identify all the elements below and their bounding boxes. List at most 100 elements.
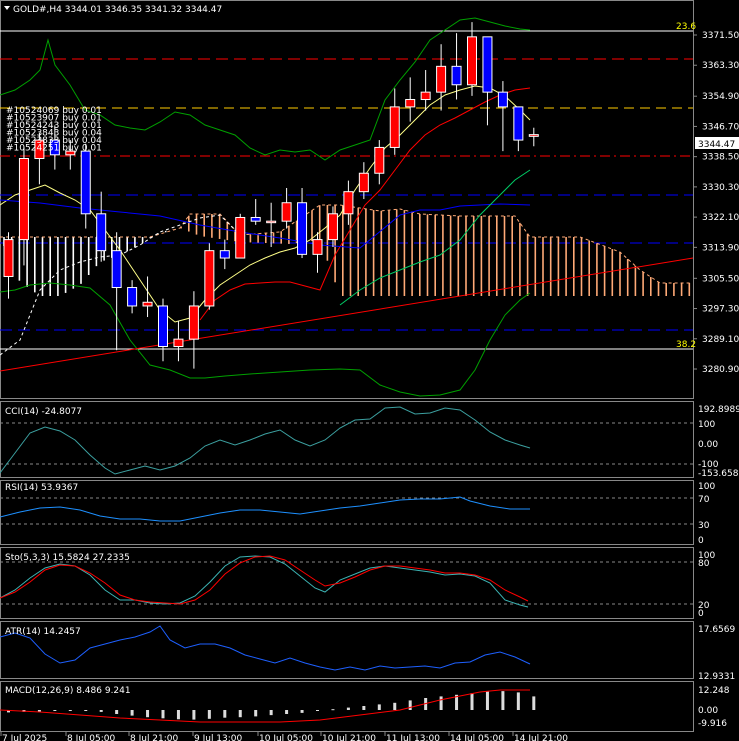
candle-body	[436, 65, 447, 93]
time-axis: 7 Jul 2025 8 Jul 05:00 8 Jul 21:00 9 Jul 13…	[0, 732, 568, 741]
macd-bar	[146, 710, 150, 718]
candle-body	[451, 65, 462, 86]
price-tick-label: 3322.10	[702, 213, 739, 223]
rsi-label: RSI(14) 53.9367	[5, 483, 78, 493]
candle-body	[127, 287, 138, 307]
macd-bar	[300, 710, 304, 713]
symbol-header: GOLD#,H4 3344.01 3346.35 3341.32 3344.47	[13, 5, 222, 15]
time-tick-label: 9 Jul 13:00	[194, 734, 243, 741]
macd-bar	[99, 710, 103, 712]
macd-bar	[362, 706, 366, 710]
candle-body	[266, 220, 277, 224]
candle-body	[389, 106, 400, 148]
candle-body	[374, 146, 385, 174]
stoch-label: Sto(5,3,3) 15.5824 27.2335	[5, 553, 130, 563]
price-tick-label: 3289.10	[702, 335, 739, 345]
macd-label: MACD(12,26,9) 8.486 9.241	[5, 686, 131, 696]
candle-body	[18, 157, 29, 241]
candle-body	[188, 305, 199, 340]
macd-tick-2: 0.00	[698, 706, 718, 716]
cci-tick-3: 0.00	[698, 440, 718, 450]
candle-body	[142, 301, 153, 307]
macd-bar	[316, 710, 319, 711]
chart-background	[0, 0, 739, 741]
candle-body	[420, 91, 431, 101]
macd-bar	[269, 710, 273, 716]
price-tick-label: 3346.70	[702, 122, 739, 132]
fib-label-bottom: 38.2	[676, 340, 696, 350]
fib-label-top: 23.6	[676, 22, 696, 32]
macd-bar	[223, 710, 227, 718]
price-tick-label: 3354.90	[702, 92, 739, 102]
time-tick-label: 14 Jul 05:00	[450, 734, 504, 741]
candle-body	[343, 191, 354, 215]
macd-bar	[485, 691, 489, 710]
macd-bar	[439, 696, 443, 710]
macd-bar	[161, 710, 165, 719]
atr-tick-2: 12.9331	[698, 672, 735, 682]
macd-bar	[68, 710, 72, 711]
macd-bar	[470, 693, 474, 710]
candle-body	[467, 36, 477, 86]
cci-tick-5: -153.6588	[698, 469, 739, 479]
cci-label: CCI(14) -24.8077	[5, 407, 82, 417]
candle-body	[3, 239, 14, 277]
macd-bar	[176, 710, 180, 720]
price-tick-label: 3330.30	[702, 183, 739, 193]
cci-tick-1: 192.8989	[698, 405, 739, 415]
candle-body	[528, 134, 539, 137]
time-tick-label: 8 Jul 05:00	[67, 734, 116, 741]
macd-tick-3: -9.916	[698, 719, 727, 729]
rsi-tick-4: 0	[698, 536, 704, 546]
candle-body	[250, 216, 261, 222]
price-tick-label: 3363.30	[702, 61, 739, 71]
trade-label: #10524251 buy 0.01	[6, 144, 102, 154]
candle-body	[482, 36, 493, 93]
price-tick-label: 3305.50	[702, 274, 739, 284]
stoch-tick-2: 80	[698, 559, 710, 569]
rsi-tick-1: 100	[698, 482, 715, 492]
candle-body	[358, 172, 369, 193]
trading-chart[interactable]: #10524069 buy 0.01#10523907 buy 0.01#105…	[0, 0, 739, 741]
macd-bar	[84, 710, 88, 711]
macd-bar	[37, 710, 41, 712]
candle-body	[497, 91, 508, 108]
price-tick-label: 3297.30	[702, 305, 739, 315]
macd-bar	[115, 710, 119, 714]
cci-tick-2: 100	[698, 420, 715, 430]
macd-bar	[501, 691, 505, 710]
atr-tick-1: 17.6569	[698, 625, 735, 635]
candle-body	[312, 239, 323, 255]
macd-bar	[377, 704, 381, 710]
time-tick-label: 10 Jul 21:00	[322, 734, 376, 741]
candle-body	[513, 106, 524, 141]
candle-body	[219, 250, 230, 259]
macd-tick-1: 12.248	[698, 686, 730, 696]
trade-labels: #10524069 buy 0.01#10523907 buy 0.01#105…	[6, 106, 102, 154]
macd-bar	[408, 700, 412, 710]
macd-bar	[192, 710, 196, 720]
macd-bar	[207, 710, 211, 719]
candle-body	[96, 213, 107, 252]
candle-body	[158, 305, 168, 348]
price-tick-label: 3338.50	[702, 153, 739, 163]
candle-body	[173, 338, 184, 348]
macd-bar	[130, 710, 134, 716]
time-tick-label: 10 Jul 05:00	[259, 734, 313, 741]
rsi-tick-3: 30	[698, 521, 710, 531]
candle-body	[405, 99, 416, 108]
macd-bar	[532, 696, 536, 710]
macd-bar	[516, 692, 520, 710]
time-tick-label: 14 Jul 21:00	[514, 734, 568, 741]
candle-body	[281, 202, 292, 222]
price-tick-label: 3371.50	[702, 31, 739, 41]
macd-bar	[331, 709, 335, 711]
time-tick-label: 11 Jul 13:00	[386, 734, 440, 741]
price-tick-label: 3280.90	[702, 365, 739, 375]
macd-bar	[285, 710, 289, 714]
candle-body	[235, 216, 246, 259]
macd-bar	[238, 710, 242, 718]
time-tick-label: 7 Jul 2025	[2, 734, 47, 741]
candle-body	[327, 213, 338, 241]
candle-body	[297, 202, 308, 255]
